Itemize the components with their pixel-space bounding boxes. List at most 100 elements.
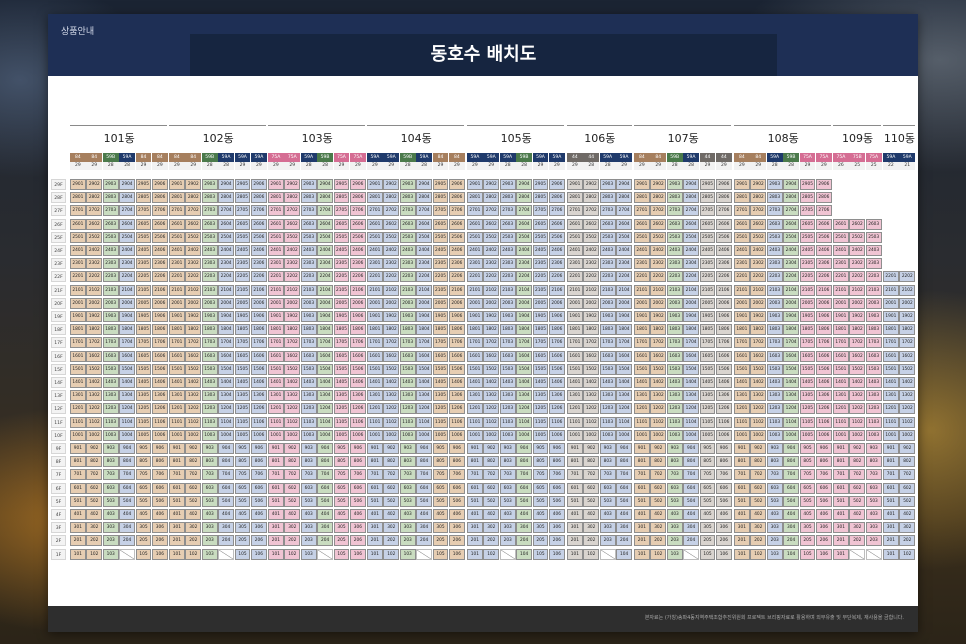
- unit-cell: 2101: [367, 284, 383, 296]
- unit-cell: 203: [499, 535, 516, 547]
- unit-cell: 503: [499, 495, 516, 507]
- unit-cell: 201: [367, 535, 383, 547]
- unit-cell: 1605: [699, 350, 716, 362]
- unit-cell: 1801: [169, 324, 185, 336]
- building-divider: [268, 125, 366, 126]
- unit-cell: 1405: [333, 377, 350, 388]
- unit-cell: 2805: [432, 192, 449, 204]
- unit-cell: 903: [766, 443, 783, 454]
- unit-cell: 1901: [883, 311, 899, 322]
- unit-cell: 2801: [70, 192, 86, 204]
- unit-cell: 1403: [300, 377, 317, 388]
- unit-cell: 1405: [799, 377, 816, 388]
- unit-cell: 405: [135, 509, 152, 520]
- unit-cell: 2502: [86, 231, 103, 243]
- unit-cell: 2205: [234, 271, 251, 283]
- unit-cell: 1301: [169, 390, 185, 402]
- unit-cell: 1504: [616, 363, 632, 375]
- unit-cell: 303: [666, 522, 683, 534]
- unit-cell: 1005: [432, 429, 449, 441]
- floor-label: 9F: [51, 443, 66, 454]
- unit-cell: 1703: [766, 337, 783, 349]
- unit-cell: 2004: [218, 297, 234, 309]
- unit-cell: 601: [883, 482, 899, 494]
- unit-cell: 1702: [650, 337, 667, 349]
- unit-cell: 1704: [218, 337, 234, 349]
- unit-cell: 1105: [799, 416, 816, 428]
- unit-cell: 503: [599, 495, 616, 507]
- unit-cell: 702: [483, 469, 500, 481]
- building-divider: [70, 125, 168, 126]
- unit-cell: 806: [549, 456, 565, 468]
- unit-cell: 2001: [367, 297, 383, 309]
- unit-type-badge: 75A: [865, 153, 882, 162]
- unit-cell: 2303: [766, 258, 783, 270]
- unit-cell: 202: [899, 535, 916, 547]
- unit-cell: 2402: [650, 245, 667, 256]
- unit-cell: 702: [185, 469, 202, 481]
- unit-cell: 1602: [849, 350, 866, 362]
- unit-cell: 1502: [899, 363, 916, 375]
- unit-type-badge: 59A: [616, 153, 632, 162]
- unit-cell: 2804: [317, 192, 333, 204]
- unit-cell: 1506: [716, 363, 732, 375]
- unit-cell: 2203: [766, 271, 783, 283]
- unit-cell: 1306: [449, 390, 465, 402]
- unit-cell: 1204: [783, 403, 799, 415]
- unit-cell: 2701: [467, 205, 483, 217]
- unit-cell: 2105: [333, 284, 350, 296]
- unit-cell: 1406: [152, 377, 168, 388]
- unit-cell: 1404: [616, 377, 632, 388]
- unit-cell: 2403: [865, 245, 882, 256]
- unit-type-badge: 59A: [383, 153, 400, 162]
- floor-label: 14F: [51, 377, 66, 388]
- unit-type-badge: 59B: [783, 153, 799, 162]
- unit-cell: 902: [483, 443, 500, 454]
- unit-cell: 1101: [567, 416, 583, 428]
- unit-cell: 302: [583, 522, 600, 534]
- unit-cell: 2202: [185, 271, 202, 283]
- unit-cell: 2801: [467, 192, 483, 204]
- unit-count-label: 29: [716, 162, 732, 170]
- unit-cell: 202: [86, 535, 103, 547]
- unit-cell: 2806: [816, 192, 832, 204]
- unit-cell: 1502: [583, 363, 600, 375]
- unit-type-badge: 59B: [516, 153, 532, 162]
- unit-cell: 1004: [416, 429, 432, 441]
- unit-cell: 101: [883, 548, 899, 560]
- unit-count-label: 29: [350, 162, 366, 170]
- unit-cell: 1705: [532, 337, 549, 349]
- unit-cell: 2501: [70, 231, 86, 243]
- unit-cell: 2703: [666, 205, 683, 217]
- unit-cell: 1304: [516, 390, 532, 402]
- unit-cell: 1306: [251, 390, 267, 402]
- unit-cell: 701: [634, 469, 650, 481]
- unit-cell: 1304: [218, 390, 234, 402]
- unit-cell: 105: [333, 548, 350, 560]
- unit-cell: 2602: [284, 218, 301, 230]
- unit-cell: 2301: [634, 258, 650, 270]
- unit-count-label: 29: [616, 162, 632, 170]
- unit-count-label: 28: [499, 162, 516, 170]
- unit-cell: 1303: [666, 390, 683, 402]
- unit-cell: 2902: [650, 179, 667, 190]
- unit-cell: 603: [766, 482, 783, 494]
- unit-cell: 803: [201, 456, 218, 468]
- unit-cell: 202: [650, 535, 667, 547]
- unit-cell: 1105: [699, 416, 716, 428]
- floor-label: 6F: [51, 482, 66, 494]
- unit-type-badge: 59A: [549, 153, 565, 162]
- unit-cell: 2003: [201, 297, 218, 309]
- unit-cell: 506: [549, 495, 565, 507]
- unit-type-badge: 84: [634, 153, 650, 162]
- unit-cell: 2504: [683, 231, 699, 243]
- unit-cell: 2603: [865, 218, 882, 230]
- unit-cell: 401: [367, 509, 383, 520]
- unit-cell: 1304: [616, 390, 632, 402]
- unit-cell: 701: [70, 469, 86, 481]
- unit-cell: 805: [532, 456, 549, 468]
- unit-cell: 2403: [300, 245, 317, 256]
- unit-cell: 1802: [583, 324, 600, 336]
- unit-cell: 2304: [783, 258, 799, 270]
- unit-cell: 502: [899, 495, 916, 507]
